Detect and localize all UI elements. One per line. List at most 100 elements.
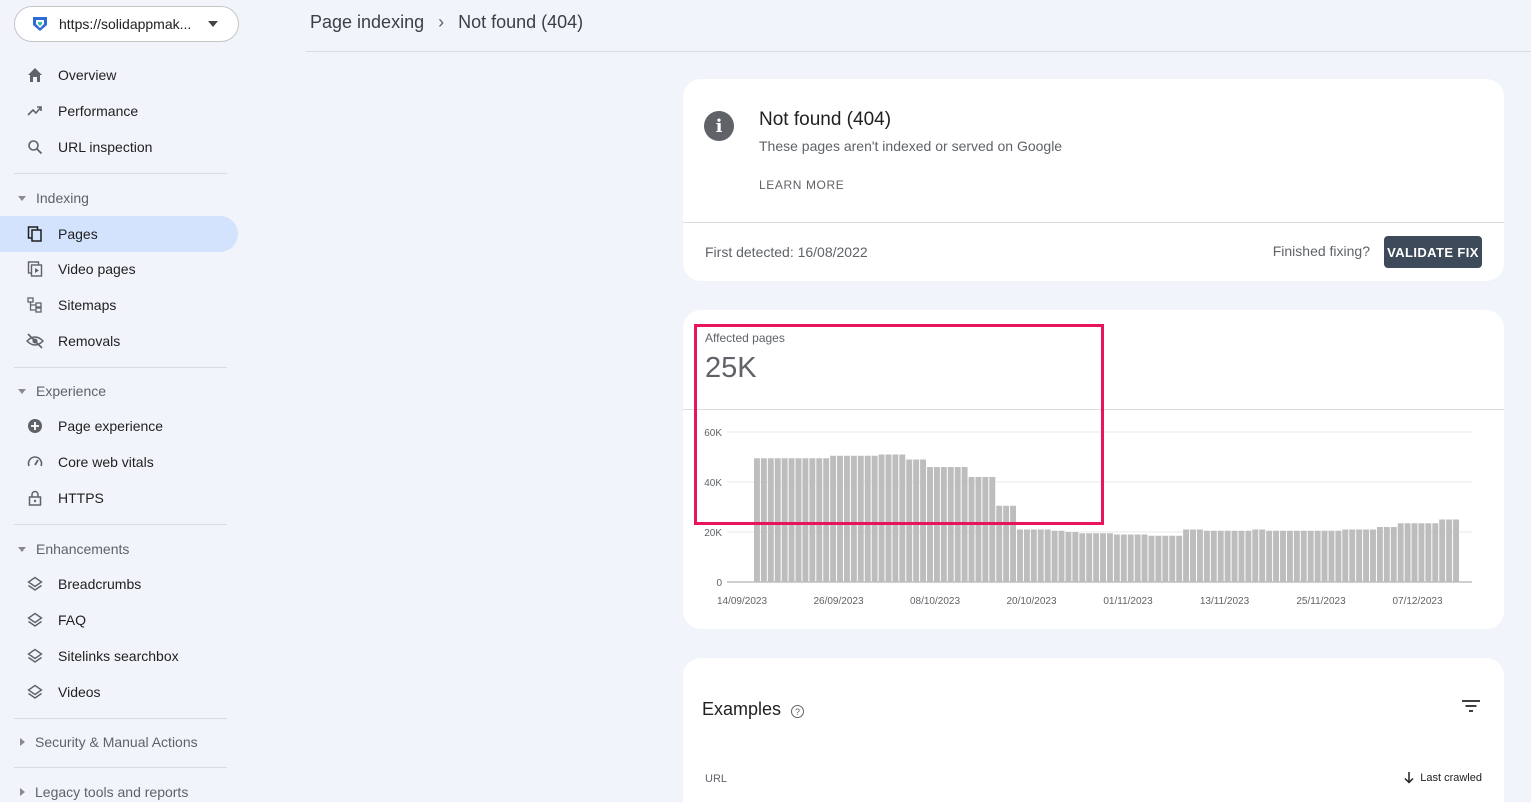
nav-videos[interactable]: Videos bbox=[14, 674, 238, 710]
chart-bar[interactable] bbox=[1404, 523, 1411, 582]
filter-icon[interactable] bbox=[1462, 699, 1480, 713]
chart-bar[interactable] bbox=[1190, 529, 1196, 583]
chart-bar[interactable] bbox=[1093, 533, 1100, 582]
chart-bar[interactable] bbox=[1141, 534, 1148, 583]
column-header-url[interactable]: URL bbox=[705, 773, 727, 785]
chart-bar[interactable] bbox=[1293, 530, 1300, 582]
chart-bar[interactable] bbox=[1072, 532, 1079, 582]
chevron-down-icon[interactable] bbox=[208, 21, 218, 27]
breadcrumb-parent[interactable]: Page indexing bbox=[310, 12, 424, 33]
property-selector[interactable]: https://solidappmak... bbox=[14, 6, 239, 42]
chart-bar[interactable] bbox=[1079, 533, 1086, 582]
chart-bar[interactable] bbox=[1231, 530, 1238, 582]
chart-bar[interactable] bbox=[1155, 535, 1162, 582]
section-enhancements[interactable]: Enhancements bbox=[18, 541, 129, 557]
chart-bar[interactable] bbox=[1446, 519, 1453, 583]
chart-bar[interactable] bbox=[1210, 530, 1217, 582]
chart-bar[interactable] bbox=[1314, 530, 1321, 582]
nav-url-inspection[interactable]: URL inspection bbox=[14, 129, 238, 165]
chart-bar[interactable] bbox=[1418, 523, 1425, 582]
chart-bar[interactable] bbox=[1217, 530, 1224, 582]
chart-bar[interactable] bbox=[1335, 530, 1342, 582]
chart-bar[interactable] bbox=[1183, 529, 1190, 583]
chart-bar[interactable] bbox=[1044, 529, 1051, 583]
section-experience-label: Experience bbox=[36, 383, 107, 399]
chart-bar[interactable] bbox=[1030, 529, 1037, 583]
nav-sitelinks-searchbox[interactable]: Sitelinks searchbox bbox=[14, 638, 238, 674]
nav-faq[interactable]: FAQ bbox=[14, 602, 238, 638]
chart-bar[interactable] bbox=[1356, 529, 1363, 583]
nav-removals[interactable]: Removals bbox=[14, 323, 238, 359]
chart-bar[interactable] bbox=[1342, 529, 1349, 583]
first-detected: First detected: 16/08/2022 bbox=[705, 244, 868, 260]
chart-bar[interactable] bbox=[1300, 530, 1307, 582]
chart-bar[interactable] bbox=[1086, 533, 1093, 582]
chart-bar[interactable] bbox=[1376, 527, 1383, 582]
chart-bar[interactable] bbox=[1245, 530, 1252, 582]
chart-bar[interactable] bbox=[1390, 527, 1397, 582]
section-indexing[interactable]: Indexing bbox=[18, 190, 89, 206]
chart-bar[interactable] bbox=[1328, 530, 1335, 582]
section-security[interactable]: Security & Manual Actions bbox=[18, 734, 198, 750]
chart-bar[interactable] bbox=[1037, 529, 1044, 583]
chart-bar[interactable] bbox=[1023, 529, 1030, 583]
nav-video-pages[interactable]: Video pages bbox=[14, 251, 238, 287]
column-header-last-crawled[interactable]: Last crawled bbox=[1404, 772, 1482, 784]
divider bbox=[14, 718, 227, 719]
validate-fix-button[interactable]: VALIDATE FIX bbox=[1384, 236, 1482, 268]
chart-bar[interactable] bbox=[1280, 530, 1286, 582]
chart-bar[interactable] bbox=[1411, 523, 1418, 582]
layers-icon bbox=[26, 575, 44, 593]
nav-core-web-vitals[interactable]: Core web vitals bbox=[14, 444, 238, 480]
sidebar: https://solidappmak... Overview Performa… bbox=[0, 0, 250, 802]
nav-pages[interactable]: Pages bbox=[0, 216, 238, 252]
chart-bar[interactable] bbox=[1266, 530, 1273, 582]
chart-bar[interactable] bbox=[1286, 530, 1293, 582]
chart-bar[interactable] bbox=[1120, 534, 1127, 583]
chart-bar[interactable] bbox=[1425, 523, 1432, 582]
chart-bar[interactable] bbox=[1169, 535, 1176, 582]
chart-bar[interactable] bbox=[1439, 519, 1446, 583]
chart-bar[interactable] bbox=[1307, 530, 1314, 582]
nav-https[interactable]: HTTPS bbox=[14, 480, 238, 516]
chart-bar[interactable] bbox=[1058, 530, 1065, 582]
chart-bar[interactable] bbox=[1273, 530, 1280, 582]
chart-bar[interactable] bbox=[1065, 532, 1072, 582]
chart-bar[interactable] bbox=[1321, 530, 1328, 582]
chart-bar[interactable] bbox=[1453, 519, 1459, 583]
section-legacy[interactable]: Legacy tools and reports bbox=[18, 784, 188, 800]
chart-bar[interactable] bbox=[1134, 534, 1141, 583]
learn-more-link[interactable]: LEARN MORE bbox=[759, 178, 844, 192]
chart-bar[interactable] bbox=[1100, 533, 1106, 582]
chart-bar[interactable] bbox=[1363, 529, 1370, 583]
section-experience[interactable]: Experience bbox=[18, 383, 106, 399]
nav-page-experience[interactable]: Page experience bbox=[14, 408, 238, 444]
chart-bar[interactable] bbox=[1113, 534, 1120, 583]
chart-bar[interactable] bbox=[1203, 530, 1210, 582]
chart-bar[interactable] bbox=[1176, 535, 1183, 582]
trending-up-icon bbox=[26, 102, 44, 120]
nav-breadcrumbs[interactable]: Breadcrumbs bbox=[14, 566, 238, 602]
nav-overview[interactable]: Overview bbox=[14, 57, 238, 93]
chart-bar[interactable] bbox=[1383, 527, 1390, 582]
chart-bar[interactable] bbox=[1196, 529, 1203, 583]
chart-bar[interactable] bbox=[1238, 530, 1245, 582]
chart-bar[interactable] bbox=[1224, 530, 1231, 582]
section-security-label: Security & Manual Actions bbox=[35, 734, 198, 750]
chart-bar[interactable] bbox=[1432, 523, 1439, 582]
chart-bar[interactable] bbox=[1370, 529, 1376, 583]
chart-bar[interactable] bbox=[1162, 535, 1169, 582]
chart-bar[interactable] bbox=[1252, 529, 1259, 583]
chart-bar[interactable] bbox=[1051, 530, 1058, 582]
nav-core-web-vitals-label: Core web vitals bbox=[58, 454, 154, 470]
chart-bar[interactable] bbox=[1017, 529, 1023, 583]
chart-bar[interactable] bbox=[1397, 523, 1404, 582]
chart-bar[interactable] bbox=[1148, 535, 1155, 582]
nav-performance[interactable]: Performance bbox=[14, 93, 238, 129]
chart-bar[interactable] bbox=[1107, 533, 1113, 582]
help-icon[interactable]: ? bbox=[791, 705, 805, 718]
chart-bar[interactable] bbox=[1259, 529, 1266, 583]
chart-bar[interactable] bbox=[1349, 529, 1356, 583]
chart-bar[interactable] bbox=[1127, 534, 1134, 583]
nav-sitemaps[interactable]: Sitemaps bbox=[14, 287, 238, 323]
